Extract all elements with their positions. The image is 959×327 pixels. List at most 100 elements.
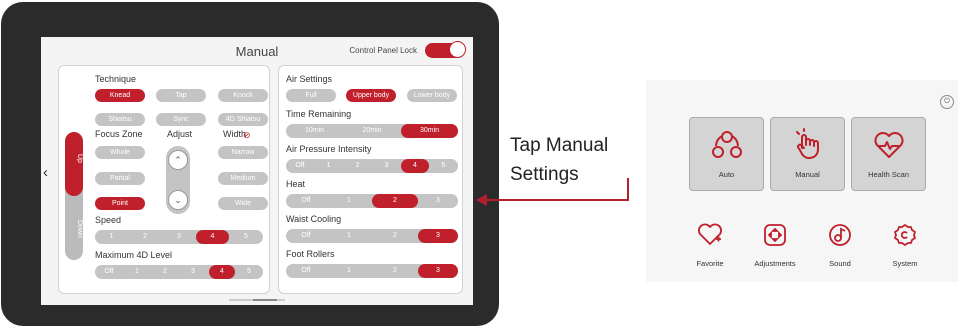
speed-option[interactable]: 1: [95, 230, 128, 244]
auto-icon: [690, 128, 763, 167]
arrow-left-icon: [476, 194, 487, 206]
cooling-option[interactable]: 2: [372, 229, 418, 243]
annotation-arrow-line: [486, 199, 629, 201]
foot-rollers-selector[interactable]: Off 1 2 3: [286, 264, 458, 278]
no-entry-icon: ⊘: [243, 130, 251, 140]
technique-panel: Up Down Technique Knead Tap Knock Shiats…: [58, 65, 270, 294]
mode-manual-label: Manual: [795, 170, 820, 179]
time-option[interactable]: 20min: [343, 124, 401, 138]
adjustments-label: Adjustments: [754, 259, 796, 268]
chevron-left-icon[interactable]: ‹: [43, 164, 48, 181]
pressure-option[interactable]: 2: [343, 159, 372, 173]
heat-option[interactable]: 3: [418, 194, 458, 208]
time-option[interactable]: 10min: [286, 124, 343, 138]
rollers-option[interactable]: 1: [326, 264, 372, 278]
annotation-line-2: Settings: [510, 164, 579, 185]
mode-auto-button[interactable]: Auto: [689, 117, 764, 191]
pressure-option[interactable]: 5: [429, 159, 458, 173]
cooling-option[interactable]: Off: [286, 229, 326, 243]
mode-auto-label: Auto: [718, 170, 735, 179]
updown-control[interactable]: Up Down: [65, 132, 83, 260]
control-panel-lock-toggle[interactable]: [425, 41, 466, 58]
sound-button[interactable]: Sound: [810, 223, 870, 268]
pressure-option[interactable]: Off: [286, 159, 314, 173]
heart-plus-icon: [698, 223, 722, 245]
speed-selector[interactable]: 1 2 3 4 5: [95, 230, 263, 244]
pressure-option[interactable]: 1: [314, 159, 343, 173]
technique-sync[interactable]: Sync: [156, 113, 206, 126]
heat-selector[interactable]: Off 1 2 3: [286, 194, 458, 208]
max-4d-option[interactable]: 2: [151, 265, 179, 279]
speed-label: Speed: [95, 215, 122, 225]
heat-option[interactable]: 1: [326, 194, 372, 208]
annotation-line-1: Tap Manual: [510, 135, 609, 156]
waist-cooling-label: Waist Cooling: [286, 214, 342, 224]
rollers-option-selected[interactable]: 3: [418, 264, 458, 278]
air-upper-body[interactable]: Upper body: [346, 89, 396, 102]
max-4d-option[interactable]: Off: [95, 265, 123, 279]
waist-cooling-selector[interactable]: Off 1 2 3: [286, 229, 458, 243]
max-4d-option[interactable]: 1: [123, 265, 151, 279]
cooling-option-selected[interactable]: 3: [418, 229, 458, 243]
focus-partial[interactable]: Partial: [95, 172, 145, 185]
air-pressure-selector[interactable]: Off 1 2 3 4 5: [286, 159, 458, 173]
up-label: Up: [76, 154, 83, 163]
technique-shiatsu[interactable]: Shiatsu: [95, 113, 145, 126]
width-wide[interactable]: Wide: [218, 197, 268, 210]
manual-screen: Manual Control Panel Lock ‹ Up Down Tech…: [41, 37, 473, 305]
speed-option[interactable]: 3: [162, 230, 196, 244]
technique-knead[interactable]: Knead: [95, 89, 145, 102]
rollers-option[interactable]: 2: [372, 264, 418, 278]
gear-icon: [894, 224, 916, 246]
speed-option[interactable]: 5: [229, 230, 263, 244]
speed-option[interactable]: 2: [128, 230, 162, 244]
chevron-down-icon[interactable]: ⌄: [168, 190, 188, 210]
time-remaining-label: Time Remaining: [286, 109, 352, 119]
settings-panel: Air Settings Full Upper body Lower body …: [278, 65, 463, 294]
mode-health-scan-button[interactable]: Health Scan: [851, 117, 926, 191]
time-option-selected[interactable]: 30min: [401, 124, 458, 138]
width-narrow[interactable]: Narrow: [218, 146, 268, 159]
max-4d-option-selected[interactable]: 4: [209, 265, 235, 279]
adjustments-button[interactable]: Adjustments: [745, 223, 805, 268]
heat-option-selected[interactable]: 2: [372, 194, 418, 208]
favorite-button[interactable]: Favorite: [680, 223, 740, 268]
max-4d-level-label: Maximum 4D Level: [95, 250, 173, 260]
system-label: System: [892, 259, 918, 268]
technique-4d-shiatsu[interactable]: 4D Shiatsu: [218, 113, 268, 126]
power-icon[interactable]: ⏻: [940, 95, 954, 109]
pressure-option[interactable]: 3: [372, 159, 401, 173]
technique-tap[interactable]: Tap: [156, 89, 206, 102]
speed-option-selected[interactable]: 4: [196, 230, 229, 244]
air-full[interactable]: Full: [286, 89, 336, 102]
chevron-up-icon[interactable]: ⌃: [168, 150, 188, 170]
focus-zone-label: Focus Zone: [95, 129, 143, 139]
mode-health-scan-label: Health Scan: [868, 170, 909, 179]
technique-knock[interactable]: Knock: [218, 89, 268, 102]
toggle-knob: [449, 41, 466, 58]
max-4d-option[interactable]: 5: [235, 265, 263, 279]
max-4d-option[interactable]: 3: [179, 265, 207, 279]
width-medium[interactable]: Medium: [218, 172, 268, 185]
favorite-label: Favorite: [696, 259, 724, 268]
focus-point[interactable]: Point: [95, 197, 145, 210]
cooling-option[interactable]: 1: [326, 229, 372, 243]
system-button[interactable]: System: [875, 223, 935, 268]
time-remaining-selector[interactable]: 10min 20min 30min: [286, 124, 458, 138]
music-note-icon: [829, 224, 851, 246]
page-indicator: [229, 299, 285, 301]
annotation-text: Tap Manual Settings: [510, 131, 608, 189]
mode-manual-button[interactable]: Manual: [770, 117, 845, 191]
up-button[interactable]: Up: [65, 132, 83, 196]
adjust-icon: [764, 224, 786, 246]
down-button[interactable]: Down: [65, 220, 83, 238]
max-4d-level-selector[interactable]: Off 1 2 3 4 5: [95, 265, 263, 279]
air-pressure-label: Air Pressure Intensity: [286, 144, 372, 154]
focus-whole[interactable]: Whole: [95, 146, 145, 159]
control-panel-lock-label: Control Panel Lock: [349, 46, 417, 55]
adjust-label: Adjust: [167, 129, 193, 139]
heat-option[interactable]: Off: [286, 194, 326, 208]
air-lower-body[interactable]: Lower body: [407, 89, 457, 102]
rollers-option[interactable]: Off: [286, 264, 326, 278]
pressure-option-selected[interactable]: 4: [401, 159, 429, 173]
